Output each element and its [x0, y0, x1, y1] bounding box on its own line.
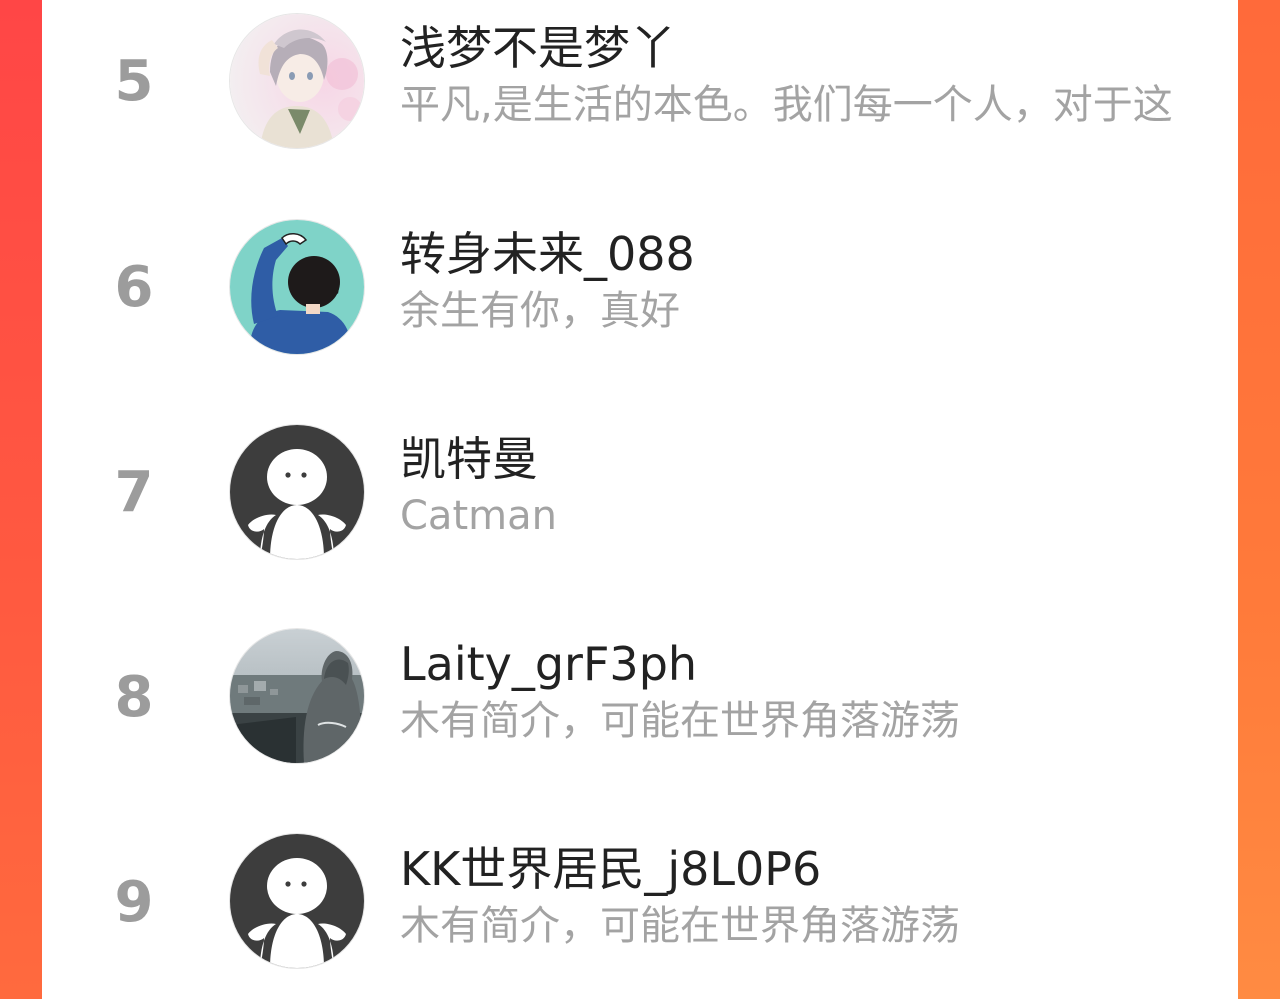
left-gradient-border — [0, 0, 42, 999]
user-name: 凯特曼 — [400, 432, 538, 486]
rank-number: 6 — [114, 255, 154, 320]
user-name: 浅梦不是梦丫 — [400, 21, 676, 75]
rank-number: 5 — [114, 49, 154, 114]
user-bio: 余生有你，真好 — [400, 288, 680, 334]
anime-avatar-icon[interactable] — [230, 14, 364, 148]
default-avatar-icon[interactable] — [230, 425, 364, 559]
list-item[interactable]: 8 Laity_grF3ph 木有简介，可能在世界角落游荡 — [42, 615, 1238, 795]
right-gradient-border — [1238, 0, 1280, 999]
user-bio: Catman — [400, 493, 557, 539]
rank-number: 8 — [114, 665, 154, 730]
cartoon-boy-avatar-icon[interactable] — [230, 220, 364, 354]
ranking-list: 5 浅梦不是梦丫 平凡,是生活的本色。我们每一个人，对于这 6 转身未来_088… — [42, 0, 1238, 999]
user-name: KK世界居民_j8L0P6 — [400, 842, 822, 896]
user-name: 转身未来_088 — [400, 227, 695, 281]
list-item[interactable]: 7 凯特曼 Catman — [42, 410, 1238, 590]
list-item[interactable]: 6 转身未来_088 余生有你，真好 — [42, 205, 1238, 385]
rank-number: 7 — [114, 460, 154, 525]
user-name: Laity_grF3ph — [400, 637, 698, 691]
rank-number: 9 — [114, 870, 154, 935]
list-item[interactable]: 9 KK世界居民_j8L0P6 木有简介，可能在世界角落游荡 — [42, 820, 1238, 999]
photo-avatar-icon[interactable] — [230, 629, 364, 763]
default-avatar-icon[interactable] — [230, 834, 364, 968]
user-bio: 木有简介，可能在世界角落游荡 — [400, 903, 960, 949]
list-item[interactable]: 5 浅梦不是梦丫 平凡,是生活的本色。我们每一个人，对于这 — [42, 0, 1238, 180]
user-bio: 木有简介，可能在世界角落游荡 — [400, 698, 960, 744]
user-bio: 平凡,是生活的本色。我们每一个人，对于这 — [400, 82, 1173, 128]
